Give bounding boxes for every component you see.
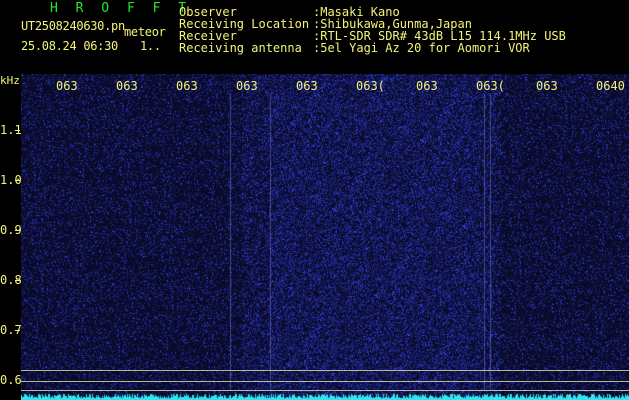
x-tick-6: 063: [416, 79, 438, 93]
brand-title: H R O F F T: [50, 1, 192, 16]
filename-label: UT2508240630.pn: [21, 19, 125, 33]
y-tickmark: [15, 130, 20, 131]
y-tickmark: [15, 180, 20, 181]
marker-line-1: [21, 370, 629, 371]
x-tick-3: 063: [236, 79, 258, 93]
spectrogram-canvas: [21, 74, 629, 400]
antenna-value: :5el Yagi Az 20 for Aomori VOR: [313, 41, 530, 55]
header-panel: H R O F F T UT2508240630.pn meteor 25.08…: [0, 0, 629, 74]
y-unit-label: kHz: [0, 74, 20, 87]
y-tick-0-6: 0.6: [0, 373, 22, 387]
x-tick-4: 063: [296, 79, 318, 93]
marker-line-3: [21, 390, 629, 391]
marker-line-2: [21, 381, 629, 382]
y-tickmark: [15, 280, 20, 281]
x-tick-5: 063(: [356, 79, 385, 93]
spectrogram-noise: [21, 74, 629, 400]
antenna-label: Receiving antenna: [179, 41, 302, 55]
x-tick-0: 063: [56, 79, 78, 93]
datetime-label: 25.08.24 06:30: [21, 39, 118, 53]
x-tick-1: 063: [116, 79, 138, 93]
tag-label: meteor: [124, 25, 166, 39]
x-tick-9: 0640: [596, 79, 625, 93]
x-tick-7: 063(: [476, 79, 505, 93]
x-tick-8: 063: [536, 79, 558, 93]
x-tick-2: 063: [176, 79, 198, 93]
extra-label: 1..: [140, 39, 161, 53]
y-tickmark: [15, 230, 20, 231]
y-tickmark: [15, 330, 20, 331]
